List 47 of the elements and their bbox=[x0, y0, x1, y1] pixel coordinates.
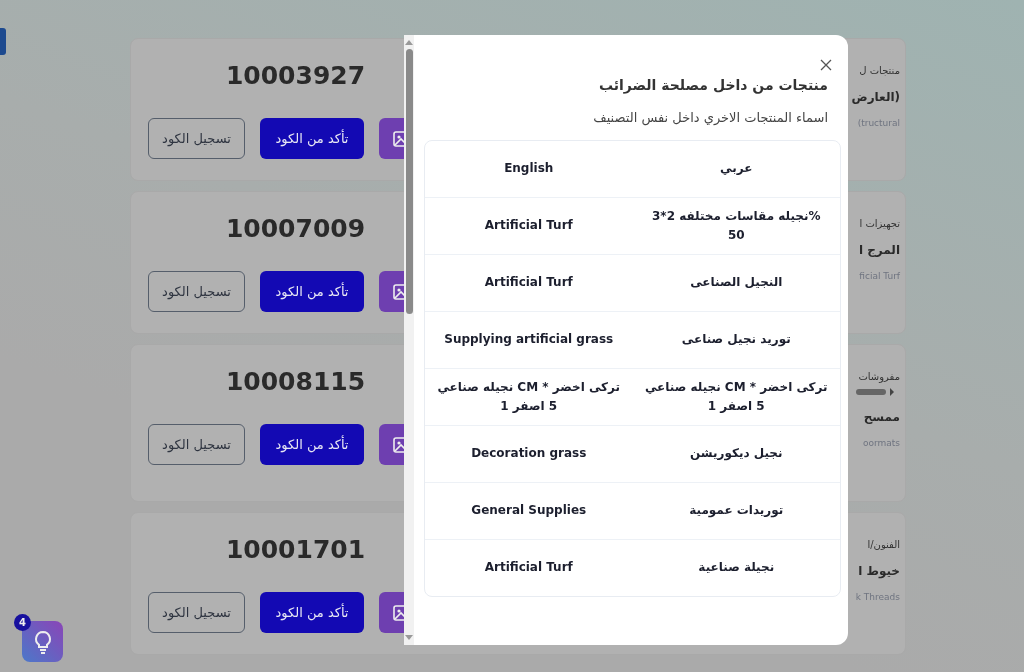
product-title: خيوط ا bbox=[857, 564, 900, 578]
category-text: منتجات ل bbox=[858, 65, 900, 76]
product-subtitle: ficial Turf bbox=[858, 271, 900, 281]
notification-badge: 4 bbox=[14, 614, 31, 631]
product-subtitle: tructural) bbox=[856, 118, 900, 128]
table-cell-text: Artificial Turf bbox=[483, 274, 574, 292]
category-text: تجهيزات ا bbox=[858, 218, 900, 229]
product-code: 10001701 bbox=[225, 535, 366, 564]
product-title: (العارض bbox=[850, 90, 900, 104]
verify-code-button[interactable]: تأكد من الكود bbox=[260, 271, 364, 312]
product-subtitle: k Threads bbox=[854, 592, 900, 602]
table-cell-text: تركى اخضر * CM نجيله صناعي 5 اصفر 1 bbox=[643, 378, 829, 415]
table-cell-text: Artificial Turf bbox=[483, 217, 574, 235]
verify-code-button[interactable]: تأكد من الكود bbox=[260, 424, 364, 465]
table-cell-text: توريدات عمومية bbox=[688, 502, 785, 520]
modal-title: منتجات من داخل مصلحة الضرائب bbox=[597, 77, 829, 93]
table-cell-text: General Supplies bbox=[470, 502, 588, 520]
verify-code-button[interactable]: تأكد من الكود bbox=[260, 118, 364, 159]
column-header: English bbox=[503, 160, 555, 178]
scrollbar-thumb[interactable] bbox=[405, 49, 413, 314]
category-text: الفنون/ا bbox=[866, 539, 900, 550]
modal-subtitle: اسماء المنتجات الاخري داخل نفس التصنيف bbox=[592, 110, 829, 125]
register-code-button[interactable]: تسجيل الكود bbox=[148, 424, 245, 465]
table-cell-text: تركى اخضر * CM نجيله صناعي 5 اصفر 1 bbox=[436, 378, 622, 415]
scrollbar[interactable] bbox=[404, 35, 414, 645]
table-cell-text: نجيلة صناعية bbox=[697, 559, 776, 577]
close-icon[interactable] bbox=[820, 59, 832, 71]
product-code: 10008115 bbox=[225, 367, 366, 396]
lightbulb-icon bbox=[32, 629, 53, 654]
register-code-button[interactable]: تسجيل الكود bbox=[148, 592, 245, 633]
column-header: عربي bbox=[719, 160, 754, 178]
product-code: 10007009 bbox=[225, 214, 366, 243]
product-subtitle: oormats bbox=[861, 438, 900, 448]
table-cell-text: Decoration grass bbox=[470, 445, 588, 463]
category-text: مفروشات bbox=[857, 371, 900, 382]
register-code-button[interactable]: تسجيل الكود bbox=[148, 271, 245, 312]
table-cell-text: %نجيله مقاسات مختلفه 2*3 50 bbox=[651, 207, 822, 244]
verify-code-button[interactable]: تأكد من الكود bbox=[260, 592, 364, 633]
table-cell-text: Supplying artificial grass bbox=[443, 331, 615, 349]
table-cell-text: نجيل ديكوريشن bbox=[689, 445, 784, 463]
product-title: المرج ا bbox=[857, 243, 900, 257]
table-cell-text: Artificial Turf bbox=[483, 559, 574, 577]
product-code: 10003927 bbox=[225, 61, 366, 90]
register-code-button[interactable]: تسجيل الكود bbox=[148, 118, 245, 159]
product-title: ممسح bbox=[862, 410, 900, 424]
table-cell-text: النجيل الصناعى bbox=[689, 274, 784, 292]
table-cell-text: توريد نجيل صناعى bbox=[680, 331, 792, 349]
